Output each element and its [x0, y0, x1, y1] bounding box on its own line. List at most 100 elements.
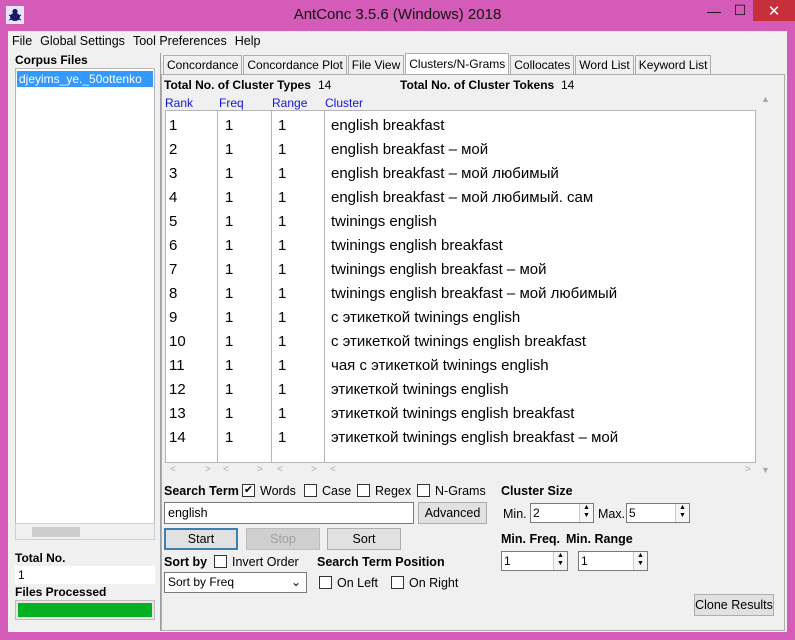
freq-cell[interactable]: 1 — [225, 357, 233, 381]
tab-word-list[interactable]: Word List — [575, 55, 634, 74]
scrollbar-thumb[interactable] — [32, 527, 80, 537]
menu-help[interactable]: Help — [231, 34, 265, 48]
cluster-cell[interactable]: english breakfast – мой — [331, 141, 488, 165]
freq-cell[interactable]: 1 — [225, 117, 233, 141]
freq-cell[interactable]: 1 — [225, 429, 233, 453]
sort-button[interactable]: Sort — [327, 528, 401, 550]
scroll-right-icon[interactable]: > — [745, 464, 751, 475]
column-header-range[interactable]: Range — [272, 96, 307, 110]
menu-file[interactable]: File — [8, 34, 36, 48]
cluster-cell[interactable]: twinings english breakfast – мой — [331, 261, 546, 285]
results-vertical-scrollbar[interactable]: ▲ ▼ — [758, 92, 773, 479]
corpus-files-list[interactable]: djeyims_ye._50ottenko — [15, 68, 155, 539]
menu-global-settings[interactable]: Global Settings — [36, 34, 129, 48]
corpus-file-item[interactable]: djeyims_ye._50ottenko — [17, 71, 153, 87]
advanced-button[interactable]: Advanced — [418, 502, 487, 524]
freq-cell[interactable]: 1 — [225, 165, 233, 189]
results-table[interactable]: 1 2 3 4 5 6 7 8 9 10 11 12 13 14 11111111111111 11111… — [165, 110, 756, 463]
scroll-down-arrow-icon[interactable]: ▼ — [761, 465, 770, 475]
words-checkbox[interactable]: ✔ — [242, 484, 255, 497]
scroll-left-icon[interactable]: < — [277, 464, 283, 475]
cluster-cell[interactable]: этикеткой twinings english breakfast — [331, 405, 574, 429]
rank-cell[interactable]: 8 — [169, 285, 177, 309]
cluster-cell[interactable]: с этикеткой twinings english breakfast — [331, 333, 586, 357]
tab-concordance[interactable]: Concordance — [163, 55, 243, 74]
rank-cell[interactable]: 2 — [169, 141, 177, 165]
freq-cell[interactable]: 1 — [225, 189, 233, 213]
ngrams-checkbox[interactable] — [417, 484, 430, 497]
freq-cell[interactable]: 1 — [225, 213, 233, 237]
cluster-cell[interactable]: с этикеткой twinings english — [331, 309, 520, 333]
menu-tool-preferences[interactable]: Tool Preferences — [129, 34, 231, 48]
chevron-down-icon[interactable]: ⌄ — [291, 573, 301, 592]
rank-cell[interactable]: 7 — [169, 261, 177, 285]
max-size-spinner[interactable]: 5 ▲ ▼ — [626, 503, 690, 523]
rank-cell[interactable]: 11 — [169, 357, 185, 381]
freq-cell[interactable]: 1 — [225, 405, 233, 429]
range-cell[interactable]: 1 — [278, 357, 286, 381]
on-right-checkbox[interactable] — [391, 576, 404, 589]
results-horizontal-scrollbar[interactable]: < > < > < > < > — [165, 463, 756, 478]
rank-cell[interactable]: 4 — [169, 189, 177, 213]
column-header-freq[interactable]: Freq — [219, 96, 244, 110]
freq-cell[interactable]: 1 — [225, 141, 233, 165]
cluster-cell[interactable]: english breakfast – мой любимый — [331, 165, 559, 189]
spinner-arrows-icon[interactable]: ▲ ▼ — [579, 504, 593, 522]
invert-order-checkbox[interactable] — [214, 555, 227, 568]
clone-results-button[interactable]: Clone Results — [694, 594, 774, 616]
rank-cell[interactable]: 3 — [169, 165, 177, 189]
scroll-left-icon[interactable]: < — [330, 464, 336, 475]
minimize-button[interactable]: — — [701, 0, 727, 21]
freq-cell[interactable]: 1 — [225, 381, 233, 405]
rank-cell[interactable]: 1 — [169, 117, 177, 141]
scroll-up-arrow-icon[interactable]: ▲ — [761, 94, 770, 104]
spinner-arrows-icon[interactable]: ▲ ▼ — [633, 552, 647, 570]
sort-by-select[interactable]: Sort by Freq ⌄ — [164, 572, 307, 593]
spinner-arrows-icon[interactable]: ▲ ▼ — [675, 504, 689, 522]
rank-cell[interactable]: 12 — [169, 381, 186, 405]
range-cell[interactable]: 1 — [278, 213, 286, 237]
range-cell[interactable]: 1 — [278, 309, 286, 333]
case-checkbox[interactable] — [304, 484, 317, 497]
rank-cell[interactable]: 6 — [169, 237, 177, 261]
cluster-cell[interactable]: этикеткой twinings english — [331, 381, 509, 405]
range-cell[interactable]: 1 — [278, 237, 286, 261]
scroll-left-icon[interactable]: < — [170, 464, 176, 475]
range-cell[interactable]: 1 — [278, 381, 286, 405]
freq-cell[interactable]: 1 — [225, 237, 233, 261]
range-cell[interactable]: 1 — [278, 141, 286, 165]
rank-cell[interactable]: 9 — [169, 309, 177, 333]
scroll-right-icon[interactable]: > — [257, 464, 263, 475]
cluster-cell[interactable]: english breakfast — [331, 117, 444, 141]
range-cell[interactable]: 1 — [278, 117, 286, 141]
freq-cell[interactable]: 1 — [225, 309, 233, 333]
tab-concordance-plot[interactable]: Concordance Plot — [243, 55, 347, 74]
rank-cell[interactable]: 5 — [169, 213, 177, 237]
tab-keyword-list[interactable]: Keyword List — [634, 55, 712, 74]
range-cell[interactable]: 1 — [278, 189, 286, 213]
cluster-cell[interactable]: twinings english breakfast – мой любимый — [331, 285, 617, 309]
min-size-spinner[interactable]: 2 ▲ ▼ — [530, 503, 594, 523]
cluster-cell[interactable]: english breakfast – мой любимый. сам — [331, 189, 593, 213]
range-cell[interactable]: 1 — [278, 165, 286, 189]
scroll-right-icon[interactable]: > — [205, 464, 211, 475]
min-freq-spinner[interactable]: 1 ▲ ▼ — [501, 551, 568, 571]
start-button[interactable]: Start — [164, 528, 238, 550]
range-cell[interactable]: 1 — [278, 285, 286, 309]
range-cell[interactable]: 1 — [278, 261, 286, 285]
cluster-cell[interactable]: этикеткой twinings english breakfast – м… — [331, 429, 618, 453]
regex-checkbox[interactable] — [357, 484, 370, 497]
rank-cell[interactable]: 13 — [169, 405, 186, 429]
tab-clusters-ngrams[interactable]: Clusters/N-Grams — [405, 53, 510, 75]
scroll-left-icon[interactable]: < — [223, 464, 229, 475]
on-left-checkbox[interactable] — [319, 576, 332, 589]
spinner-arrows-icon[interactable]: ▲ ▼ — [553, 552, 567, 570]
tab-file-view[interactable]: File View — [347, 55, 405, 74]
column-header-rank[interactable]: Rank — [165, 96, 193, 110]
cluster-cell[interactable]: twinings english — [331, 213, 437, 237]
column-header-cluster[interactable]: Cluster — [325, 96, 363, 110]
cluster-cell[interactable]: чая с этикеткой twinings english — [331, 357, 549, 381]
range-cell[interactable]: 1 — [278, 429, 286, 453]
cluster-cell[interactable]: twinings english breakfast — [331, 237, 503, 261]
freq-cell[interactable]: 1 — [225, 333, 233, 357]
